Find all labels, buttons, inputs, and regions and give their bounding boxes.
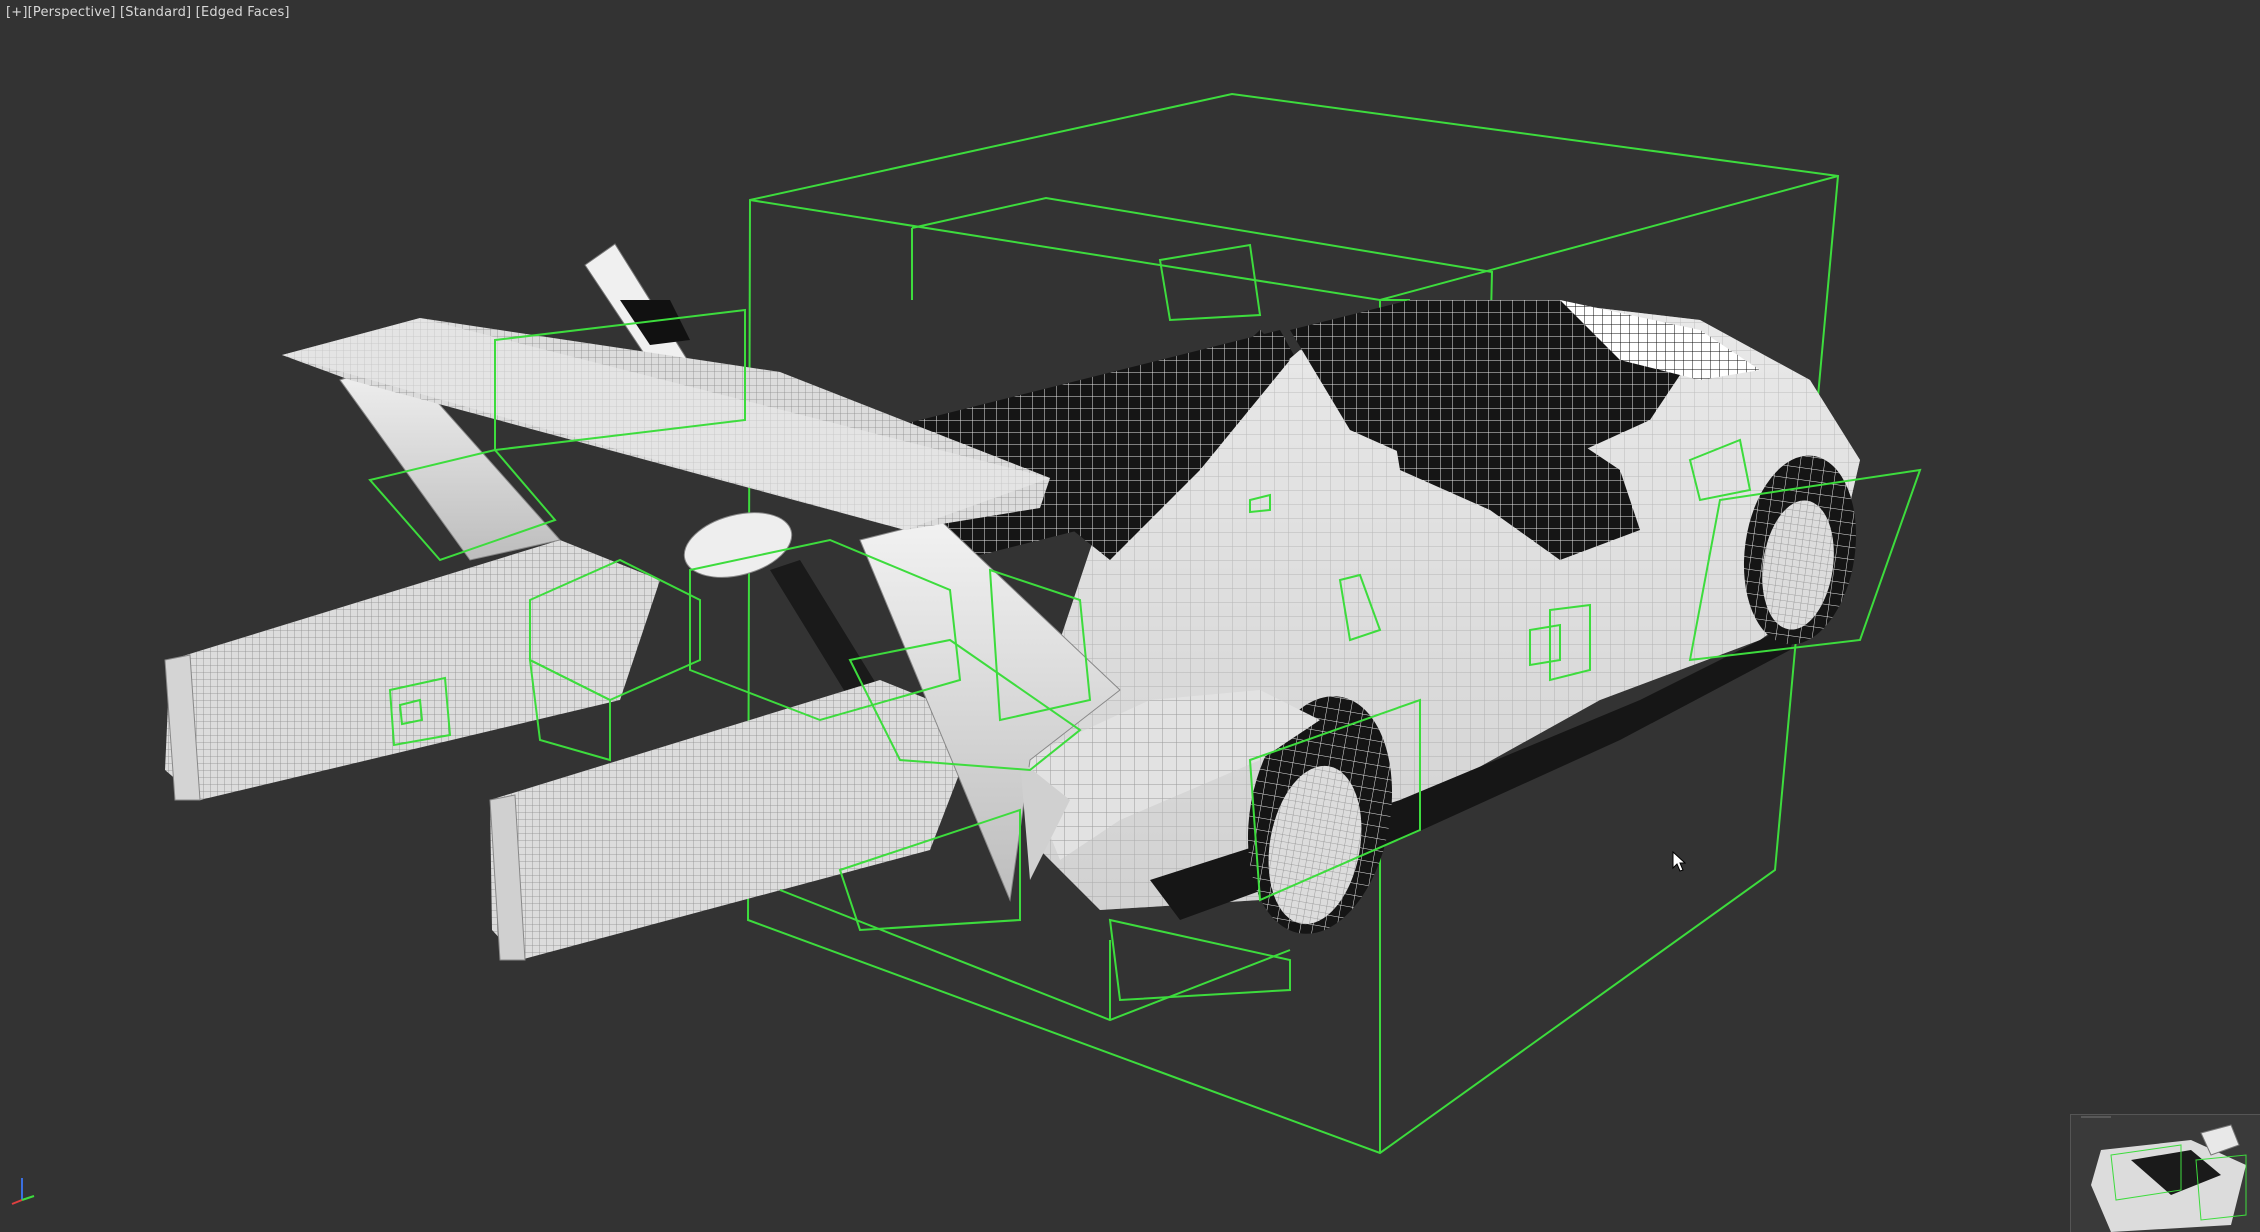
viewport-thumbnail[interactable] xyxy=(2070,1114,2260,1232)
mouse-pointer-icon xyxy=(1672,851,1686,872)
perspective-viewport[interactable]: [+][Perspective] [Standard] [Edged Faces… xyxy=(0,0,2260,1232)
xyz-axis-icon xyxy=(11,1178,35,1205)
scene-render[interactable] xyxy=(0,0,2260,1231)
